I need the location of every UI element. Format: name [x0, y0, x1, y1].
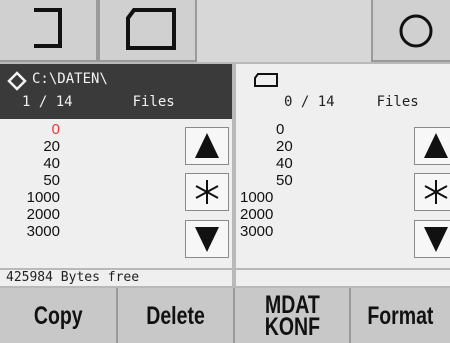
toggle-mark-button[interactable] — [185, 173, 229, 211]
card-button[interactable] — [98, 0, 197, 62]
card-icon — [126, 8, 176, 50]
asterisk-icon — [195, 180, 219, 204]
list-item[interactable]: 1000 — [0, 189, 60, 206]
exit-button[interactable] — [0, 0, 98, 62]
right-panel-header[interactable]: 0 / 14 Files — [236, 64, 450, 119]
list-item[interactable]: 3000 — [0, 223, 60, 240]
delete-button[interactable]: Delete — [118, 288, 235, 343]
list-item[interactable]: 50 — [276, 172, 293, 189]
card-icon — [254, 73, 278, 87]
exit-bracket-icon — [34, 8, 62, 48]
panel-divider — [232, 64, 236, 286]
circle-button[interactable] — [371, 0, 450, 62]
list-item[interactable]: 40 — [276, 155, 293, 172]
list-item[interactable]: 0 — [276, 121, 284, 138]
list-item[interactable]: 2000 — [240, 206, 273, 223]
toggle-mark-button[interactable] — [414, 173, 450, 211]
list-item[interactable]: 2000 — [0, 206, 60, 223]
right-file-list[interactable]: 0 20 40 50 1000 2000 3000 — [236, 119, 450, 268]
delete-label: Delete — [146, 301, 205, 330]
list-item[interactable]: 40 — [0, 155, 60, 172]
diamond-arrow-icon — [7, 71, 27, 91]
konf-label: KONF — [264, 312, 320, 341]
triangle-down-icon — [195, 227, 219, 252]
free-space-text: 425984 Bytes free — [6, 270, 140, 285]
list-item[interactable]: 1000 — [240, 189, 273, 206]
left-file-count: 1 / 14 Files — [22, 94, 175, 110]
right-status — [236, 270, 450, 286]
free-space-status: 425984 Bytes free — [0, 270, 232, 286]
left-panel-header[interactable]: C:\DATEN\ 1 / 14 Files — [0, 64, 232, 119]
mdat-konf-button[interactable]: MDAT KONF — [235, 288, 351, 343]
left-file-list[interactable]: 0 20 40 50 1000 2000 3000 — [0, 119, 232, 268]
triangle-up-icon — [195, 133, 219, 158]
triangle-up-icon — [424, 133, 448, 158]
copy-button[interactable]: Copy — [0, 288, 118, 343]
list-item[interactable]: 3000 — [240, 223, 273, 240]
list-item[interactable]: 20 — [0, 138, 60, 155]
list-item[interactable]: 50 — [0, 172, 60, 189]
left-path: C:\DATEN\ — [32, 71, 108, 87]
format-button[interactable]: Format — [351, 288, 450, 343]
right-count: 0 / 14 — [284, 94, 335, 110]
scroll-up-button[interactable] — [414, 127, 450, 165]
asterisk-icon — [424, 180, 448, 204]
circle-icon — [399, 14, 433, 48]
scroll-down-button[interactable] — [414, 220, 450, 258]
left-files-label: Files — [132, 94, 175, 110]
copy-label: Copy — [33, 301, 83, 330]
mdat-konf-label: MDAT KONF — [264, 292, 320, 341]
left-count: 1 / 14 — [22, 94, 73, 110]
format-label: Format — [367, 301, 434, 330]
scroll-down-button[interactable] — [185, 220, 229, 258]
triangle-down-icon — [424, 227, 448, 252]
right-files-label: Files — [376, 94, 419, 110]
list-item[interactable]: 20 — [276, 138, 293, 155]
scroll-up-button[interactable] — [185, 127, 229, 165]
list-item-selected[interactable]: 0 — [0, 121, 60, 138]
right-file-count: 0 / 14 Files — [284, 94, 419, 110]
